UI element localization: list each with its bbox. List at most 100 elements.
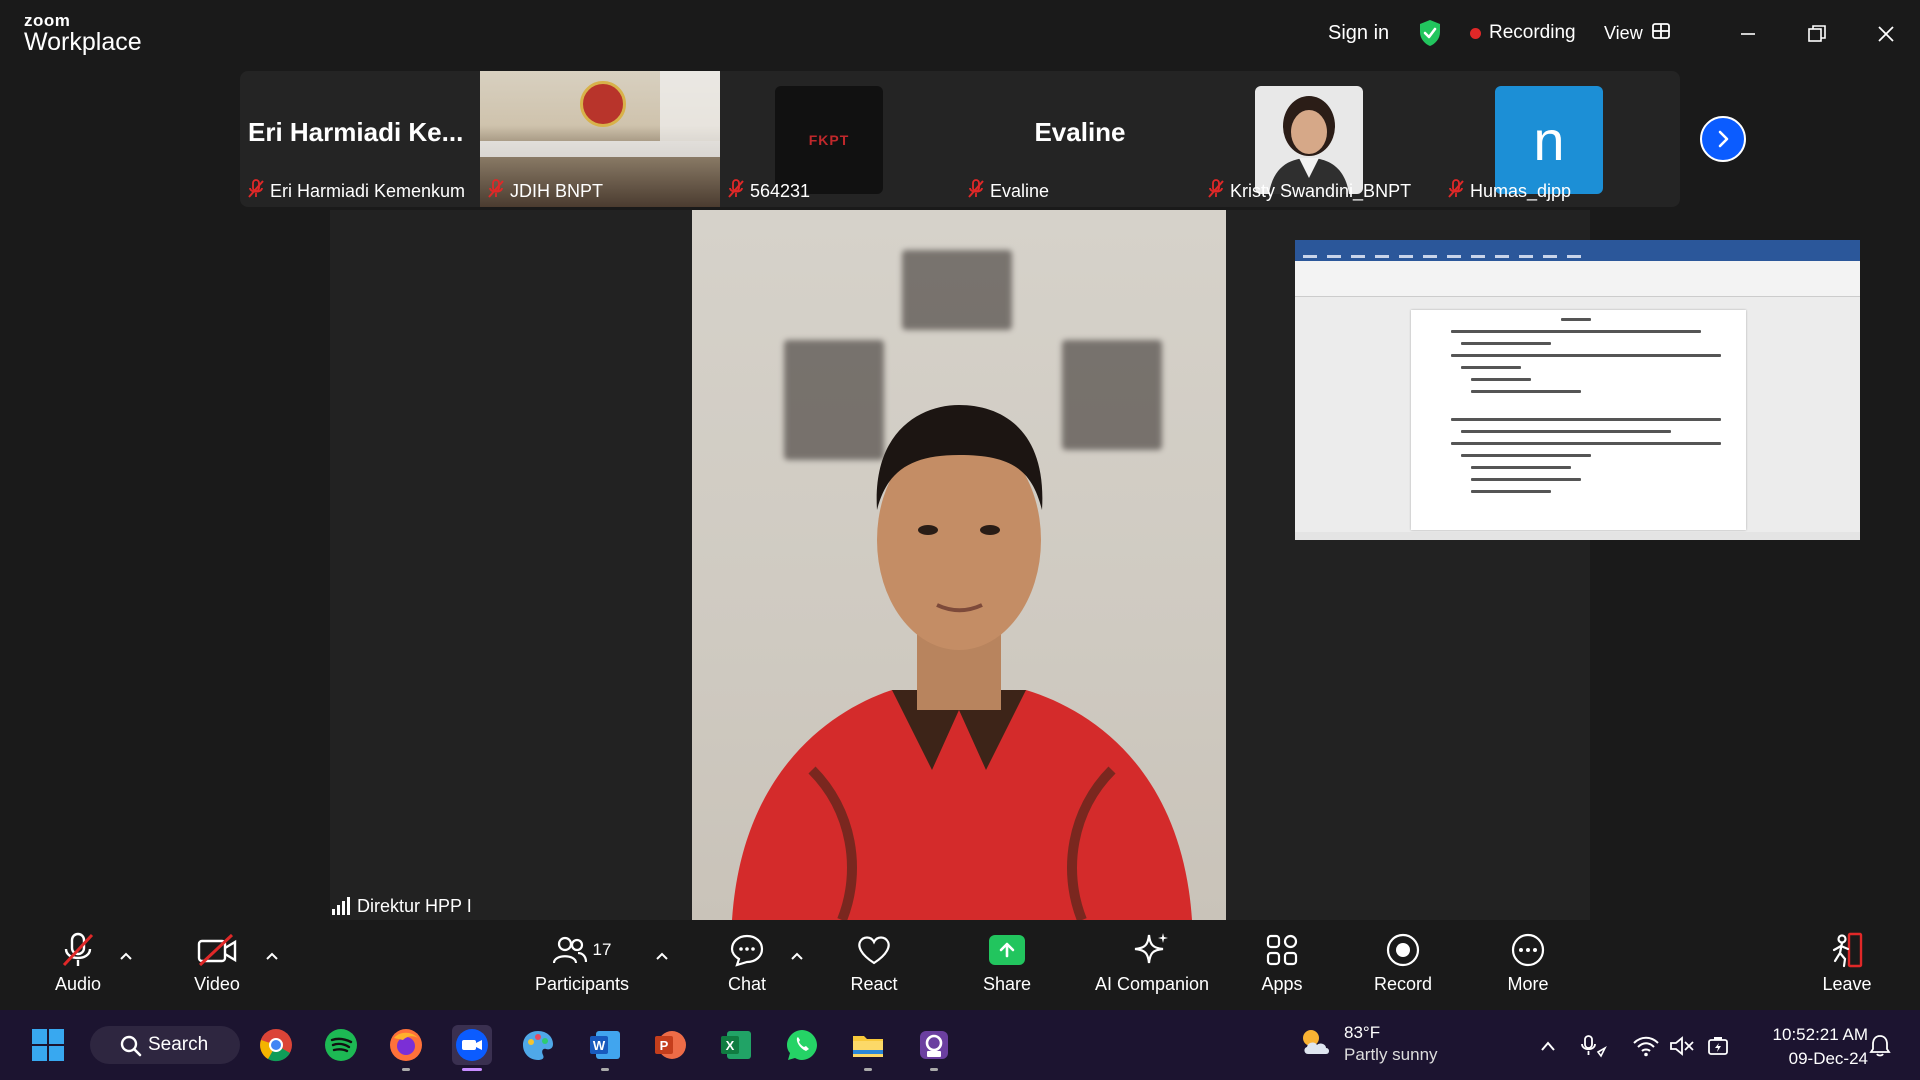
running-indicator — [930, 1068, 938, 1071]
participant-display-name: Eri Harmiadi Ke... — [248, 117, 464, 147]
participant-avatar: n — [1495, 86, 1603, 194]
active-speaker-video[interactable] — [692, 210, 1226, 920]
firefox-icon[interactable] — [386, 1025, 426, 1071]
close-icon[interactable] — [1868, 16, 1904, 52]
battery-charging-icon[interactable] — [1704, 1032, 1732, 1060]
participant-name: Kristy Swandini_BNPT — [1230, 180, 1412, 201]
audio-options-chevron-icon[interactable] — [116, 946, 136, 966]
weather-description: Partly sunny — [1344, 1045, 1438, 1064]
encryption-shield-icon[interactable] — [1418, 18, 1442, 48]
notification-bell-icon[interactable] — [1866, 1032, 1894, 1060]
participant-name-tag: Kristy Swandini_BNPT — [1208, 178, 1412, 204]
title-bar: zoom Workplace Sign in Recording View — [0, 0, 1920, 70]
participant-tile-humas[interactable]: n Humas_djpp — [1440, 71, 1680, 207]
ai-companion-label: AI Companion — [1094, 974, 1210, 994]
ai-companion-button[interactable]: AI Companion — [1092, 930, 1212, 995]
clock-date: 09-Dec-24 — [1788, 1049, 1868, 1068]
wifi-icon[interactable] — [1632, 1032, 1660, 1060]
taskbar-search[interactable]: Search — [90, 1026, 240, 1064]
participant-tile-kristy[interactable]: Kristy Swandini_BNPT — [1200, 71, 1440, 207]
more-label: More — [1507, 974, 1549, 994]
video-label: Video — [194, 974, 240, 994]
participants-options-chevron-icon[interactable] — [652, 946, 672, 966]
apps-label: Apps — [1261, 974, 1303, 994]
next-page-chevron-icon[interactable] — [1700, 116, 1746, 162]
muted-mic-icon — [248, 178, 264, 204]
record-label: Record — [1373, 974, 1433, 994]
svg-text:X: X — [726, 1038, 735, 1053]
video-off-icon — [196, 930, 238, 970]
apps-button[interactable]: Apps — [1222, 930, 1342, 995]
participant-count: 17 — [592, 940, 612, 959]
meeting-controls: Audio Video 17 Participants Chat React S… — [0, 922, 1920, 1008]
heart-icon — [856, 930, 892, 970]
participant-name-tag: Humas_djpp — [1448, 178, 1572, 204]
running-indicator — [601, 1068, 609, 1071]
spotify-icon[interactable] — [321, 1025, 361, 1065]
powerpoint-icon[interactable]: P — [650, 1025, 690, 1065]
more-button[interactable]: More — [1468, 930, 1588, 995]
participant-name: Evaline — [990, 180, 1050, 201]
record-button[interactable]: Record — [1343, 930, 1463, 995]
participants-button[interactable]: 17 Participants — [522, 930, 642, 995]
leave-door-icon — [1829, 930, 1865, 970]
participant-tile-evaline[interactable]: Evaline Evaline — [960, 71, 1200, 207]
search-icon — [120, 1035, 142, 1063]
share-arrow-icon — [989, 935, 1025, 965]
windows-start-icon[interactable] — [28, 1025, 68, 1065]
video-button[interactable]: Video — [157, 930, 277, 995]
shared-screen-thumbnail[interactable] — [1295, 240, 1860, 540]
sign-in-link[interactable]: Sign in — [1328, 18, 1389, 48]
chat-bubble-icon — [729, 930, 765, 970]
clock-time: 10:52:21 AM — [1772, 1025, 1868, 1044]
leave-button[interactable]: Leave — [1787, 930, 1907, 995]
chat-options-chevron-icon[interactable] — [787, 946, 807, 966]
view-button[interactable]: View — [1604, 18, 1670, 48]
participant-name-tag: Eri Harmiadi Kemenkum — [248, 178, 466, 204]
participant-avatar — [1255, 86, 1363, 194]
muted-mic-icon — [1208, 178, 1224, 204]
participant-name: 564231 — [750, 180, 811, 201]
word-icon[interactable]: W — [585, 1025, 625, 1071]
word-document-page — [1411, 310, 1746, 530]
recording-dot-icon — [1470, 27, 1481, 39]
weather-widget[interactable]: 83°F Partly sunny — [1298, 1022, 1438, 1066]
participant-strip: Eri Harmiadi Ke... Eri Harmiadi Kemenkum… — [240, 71, 1680, 207]
muted-mic-icon — [1448, 178, 1464, 204]
paint-icon[interactable] — [518, 1025, 558, 1065]
avatar-letter: n — [1533, 108, 1565, 172]
speaker-muted-icon[interactable] — [1668, 1032, 1696, 1060]
share-button[interactable]: Share — [947, 930, 1067, 995]
participant-avatar: FKPT — [775, 86, 883, 194]
svg-text:P: P — [660, 1038, 669, 1053]
share-icon-wrap — [989, 930, 1025, 970]
restore-icon[interactable] — [1799, 16, 1835, 52]
excel-icon[interactable]: X — [716, 1025, 756, 1065]
chat-label: Chat — [727, 974, 767, 994]
file-explorer-icon[interactable] — [848, 1025, 888, 1071]
system-clock[interactable]: 10:52:21 AM 09-Dec-24 — [1748, 1023, 1868, 1071]
microphone-tray-icon[interactable] — [1580, 1032, 1608, 1060]
participant-display-name: Evaline — [1034, 117, 1126, 147]
participant-tile-564231[interactable]: FKPT 564231 — [720, 71, 960, 207]
react-button[interactable]: React — [814, 930, 934, 995]
svg-text:W: W — [593, 1038, 606, 1053]
more-dots-icon — [1510, 930, 1546, 970]
running-indicator — [402, 1068, 410, 1071]
recording-label: Recording — [1489, 22, 1576, 43]
recording-indicator[interactable]: Recording — [1470, 18, 1576, 48]
participant-name: Eri Harmiadi Kemenkum — [270, 180, 466, 201]
show-hidden-icons-chevron-icon[interactable] — [1534, 1032, 1562, 1060]
participant-tile-jdih[interactable]: JDIH BNPT — [480, 71, 720, 207]
running-indicator — [462, 1068, 482, 1071]
chrome-icon[interactable] — [256, 1025, 296, 1065]
share-label: Share — [982, 974, 1032, 994]
video-options-chevron-icon[interactable] — [262, 946, 282, 966]
participant-name: Humas_djpp — [1470, 180, 1572, 201]
whatsapp-icon[interactable] — [782, 1025, 822, 1065]
participant-tile-eri[interactable]: Eri Harmiadi Ke... Eri Harmiadi Kemenkum — [240, 71, 480, 207]
zoom-app-icon[interactable] — [452, 1025, 492, 1071]
search-label: Search — [148, 1034, 209, 1055]
pdf-app-icon[interactable] — [914, 1025, 954, 1071]
minimize-icon[interactable] — [1730, 16, 1766, 52]
